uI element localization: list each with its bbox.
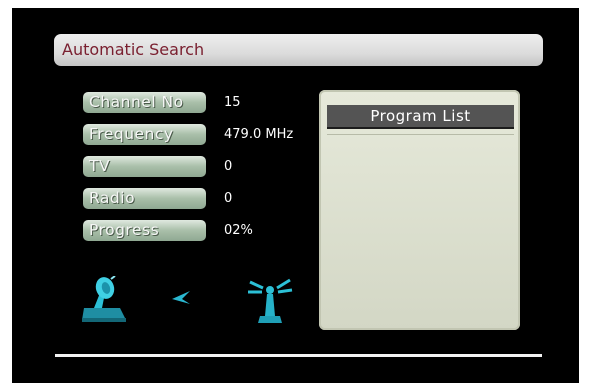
satellite-dish-icon [82,276,126,322]
frequency-label: Frequency [83,124,206,145]
signal-arrow-icon [172,291,190,304]
progress-value: 02% [224,223,253,238]
antenna-tower-icon [248,278,293,323]
bottom-divider [55,354,542,357]
page-title: Automatic Search [54,34,543,66]
radio-count-value: 0 [224,191,233,206]
channel-no-value: 15 [224,95,241,110]
program-list-panel[interactable]: Program List [319,90,520,330]
program-list-title: Program List [327,105,514,129]
radio-label: Radio [83,188,206,209]
frequency-value: 479.0 MHz [224,127,294,142]
tv-screen: Automatic Search Channel No 15 Frequency… [12,8,579,383]
channel-no-label: Channel No [83,92,206,113]
program-list-divider [327,134,514,135]
progress-label: Progress [83,220,206,241]
tv-count-value: 0 [224,159,233,174]
tv-label: TV [83,156,206,177]
